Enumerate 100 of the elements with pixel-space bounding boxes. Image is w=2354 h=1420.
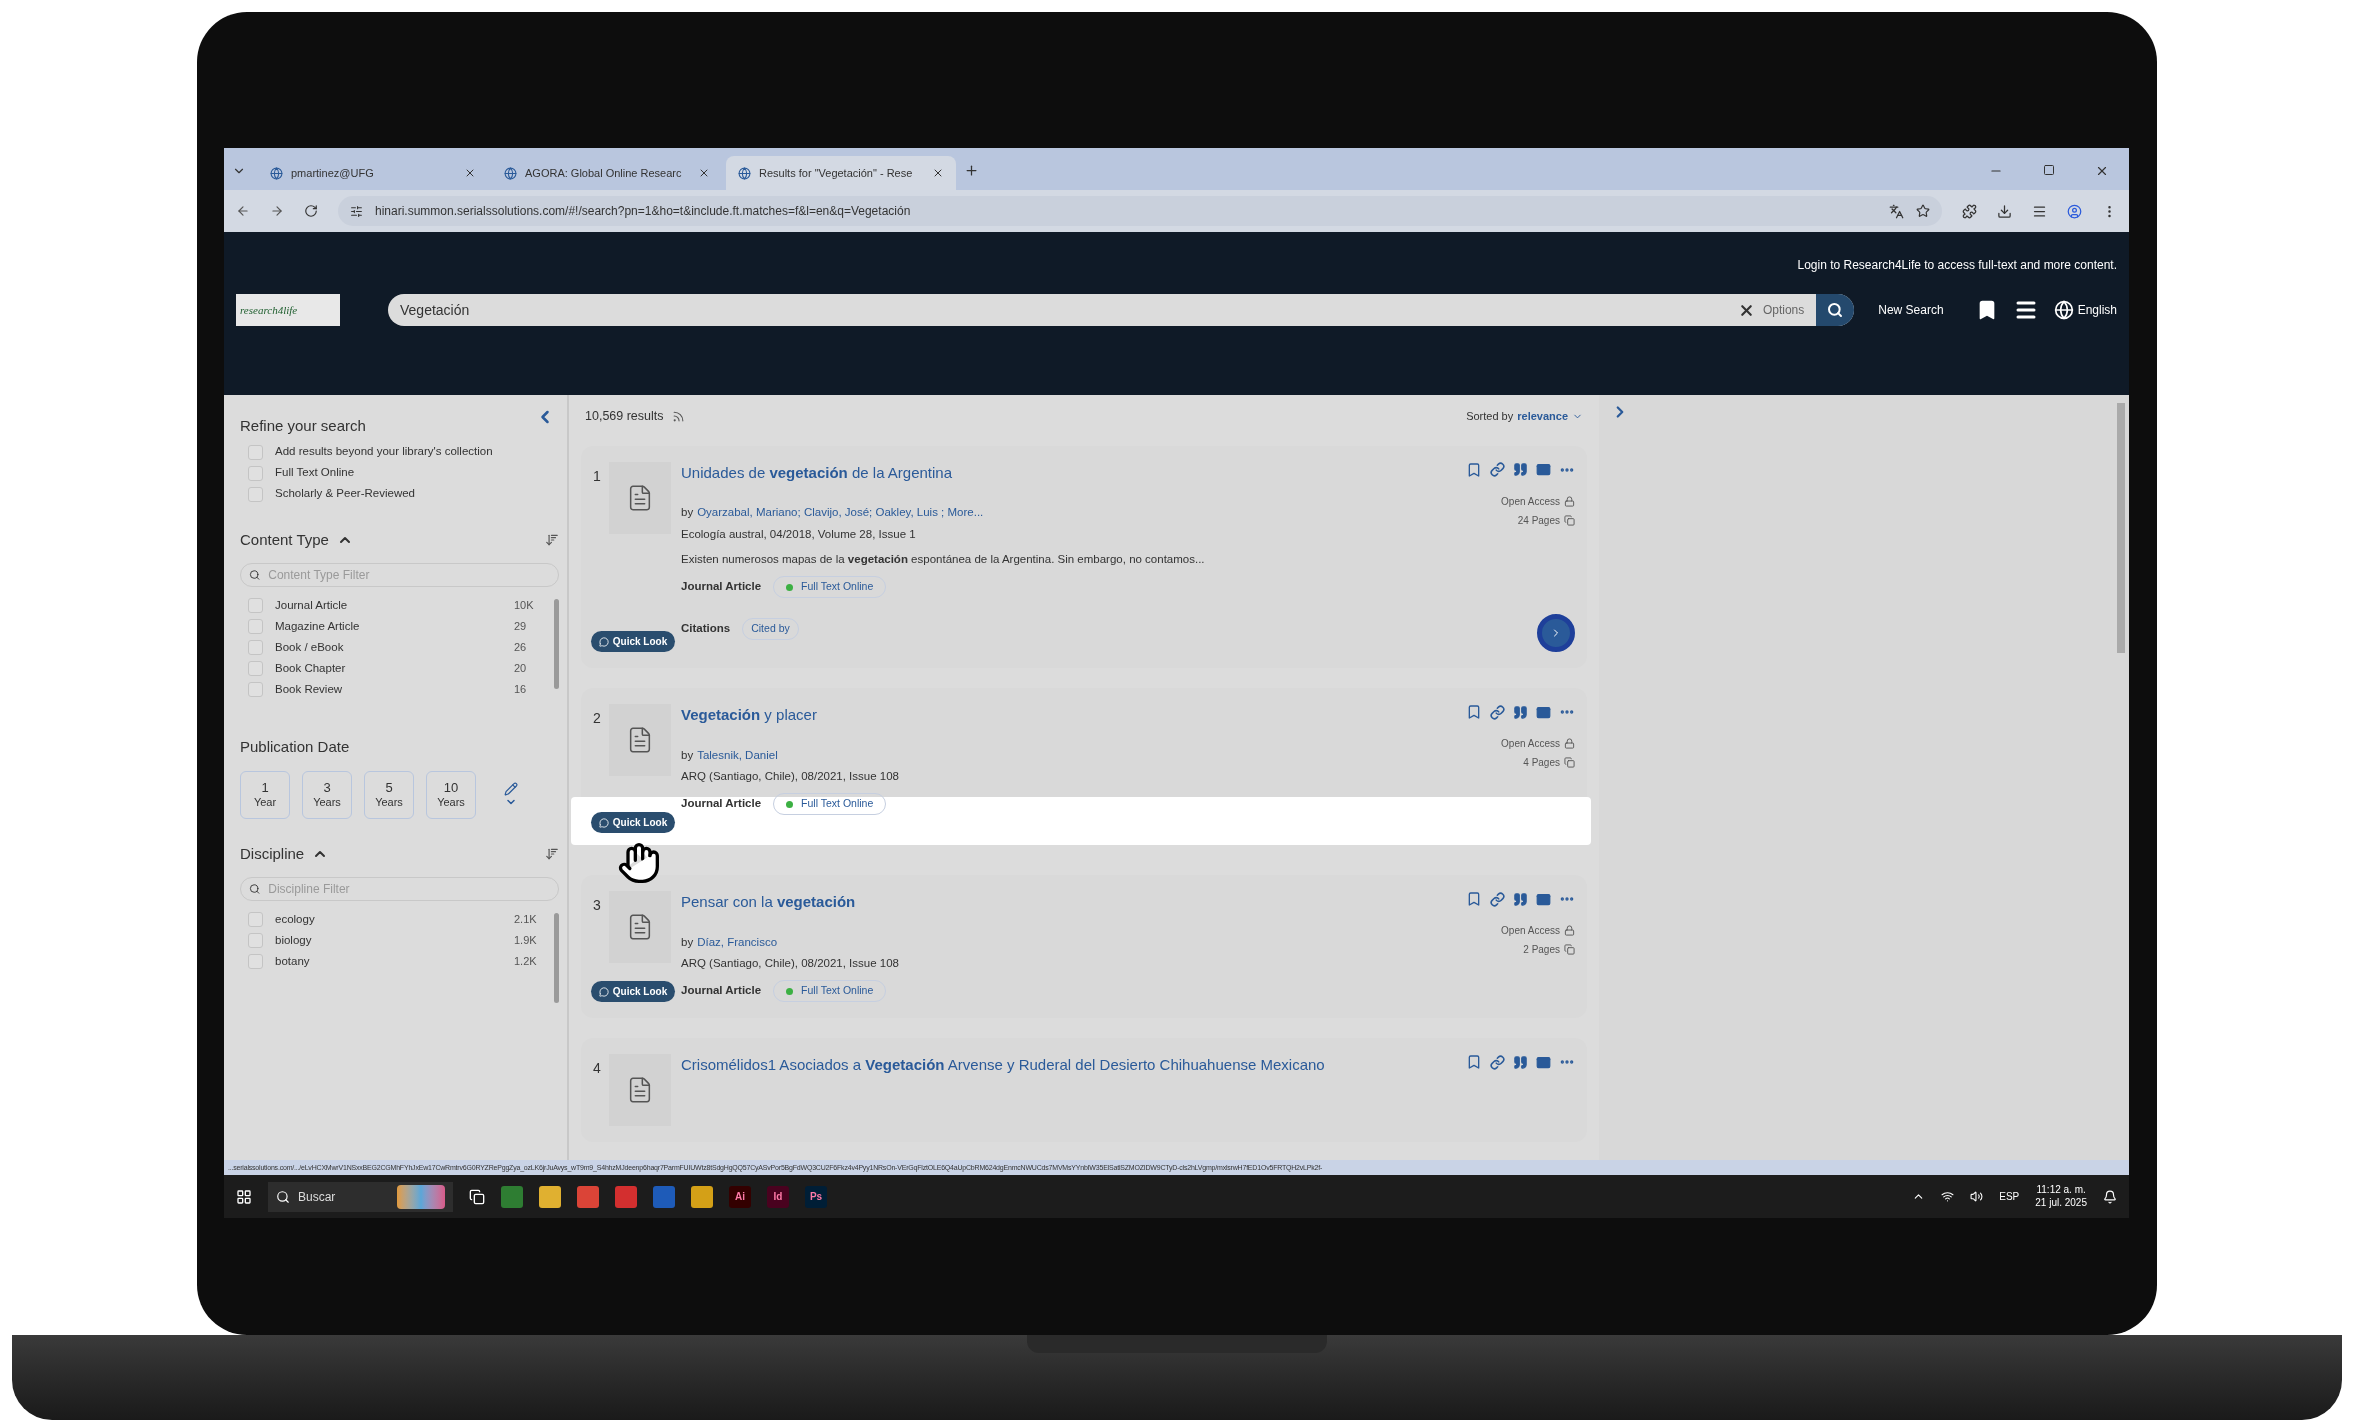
mail-icon[interactable]: [1536, 704, 1551, 720]
scrollbar[interactable]: [554, 913, 559, 1003]
back-icon[interactable]: [236, 204, 250, 218]
windows-start-icon[interactable]: [236, 1188, 252, 1205]
checkbox[interactable]: [248, 661, 263, 676]
facet-label[interactable]: botany: [275, 952, 514, 971]
address-bar[interactable]: hinari.summon.serialssolutions.com/#!/search?pn=1&ho=t&include.ft.matches=f&l=en&q=Vegetación: [338, 196, 1942, 226]
facet-label[interactable]: Book / eBook: [275, 638, 514, 657]
link-icon[interactable]: [1490, 704, 1505, 720]
download-icon[interactable]: [1997, 203, 2012, 219]
star-icon[interactable]: [1916, 204, 1930, 218]
page-scrollbar[interactable]: [2117, 403, 2125, 653]
facet-label[interactable]: biology: [275, 931, 514, 950]
profile-icon[interactable]: [2067, 203, 2082, 219]
close-tab-icon[interactable]: [932, 167, 944, 179]
filter-label[interactable]: Add results beyond your library's collection: [275, 443, 493, 461]
clock-time[interactable]: 11:12 a. m.: [2036, 1184, 2086, 1197]
checkbox[interactable]: [248, 619, 263, 634]
facet-label[interactable]: Magazine Article: [275, 617, 514, 636]
mail-icon[interactable]: [1536, 1054, 1551, 1070]
taskbar-app-icon[interactable]: Ai: [729, 1185, 751, 1208]
task-view-icon[interactable]: [469, 1188, 485, 1205]
result-title[interactable]: Vegetación y placer: [681, 704, 1447, 727]
result-title[interactable]: Pensar con la vegetación: [681, 891, 1447, 914]
facet-title[interactable]: Discipline: [240, 842, 305, 865]
filter-input[interactable]: Content Type Filter: [268, 566, 550, 584]
close-tab-icon[interactable]: [464, 167, 476, 179]
taskbar-app-icon[interactable]: [539, 1185, 561, 1208]
sort-icon[interactable]: [545, 532, 559, 547]
taskbar-app-icon[interactable]: Id: [767, 1185, 789, 1208]
reload-icon[interactable]: [304, 204, 318, 218]
extensions-icon[interactable]: [1962, 203, 1977, 219]
facet-title[interactable]: Content Type: [240, 528, 329, 551]
facet-label[interactable]: Book Review: [275, 680, 514, 699]
browser-tab[interactable]: pmartinez@UFG: [258, 156, 488, 190]
rss-icon[interactable]: [671, 409, 685, 423]
login-prompt[interactable]: Login to Research4Life to access full-text and more content.: [1797, 256, 2117, 274]
taskbar-app-icon[interactable]: [691, 1185, 713, 1208]
result-title[interactable]: Crisomélidos1 Asociados a Vegetación Arvense y Ruderal del Desierto Chihuahuense Mexicano: [681, 1054, 1447, 1077]
input-language[interactable]: ESP: [1999, 1189, 2020, 1204]
site-logo[interactable]: research4life: [236, 294, 340, 326]
link-icon[interactable]: [1490, 1054, 1505, 1070]
checkbox[interactable]: [248, 465, 263, 481]
checkbox[interactable]: [248, 954, 263, 969]
language-selector[interactable]: English: [2077, 301, 2117, 319]
quote-icon[interactable]: [1513, 1054, 1528, 1070]
checkbox[interactable]: [248, 598, 263, 613]
browser-tab[interactable]: AGORA: Global Online Researc: [492, 156, 722, 190]
scrollbar[interactable]: [554, 599, 559, 689]
date-range-button[interactable]: 10 Years: [426, 770, 476, 819]
author-links[interactable]: Oyarzabal, Mariano; Clavijo, José; Oakley, Luis ; More...: [697, 504, 984, 522]
media-icon[interactable]: [2032, 203, 2047, 219]
checkbox[interactable]: [248, 912, 263, 927]
citation-badge-icon[interactable]: [1537, 614, 1575, 652]
taskbar-app-icon[interactable]: [577, 1185, 599, 1208]
site-settings-icon[interactable]: [350, 204, 363, 218]
link-icon[interactable]: [1490, 462, 1505, 478]
taskbar-app-icon[interactable]: Ps: [805, 1185, 827, 1208]
facet-label[interactable]: Journal Article: [275, 596, 514, 615]
author-links[interactable]: Díaz, Francisco: [697, 933, 778, 951]
forward-icon[interactable]: [270, 204, 284, 218]
author-links[interactable]: Talesnik, Daniel: [697, 746, 778, 764]
date-range-button[interactable]: 5 Years: [364, 770, 414, 819]
clock-date[interactable]: 21 jul. 2025: [2035, 1196, 2087, 1209]
result-title[interactable]: Unidades de vegetación de la Argentina: [681, 461, 1447, 485]
sort-selector[interactable]: relevance: [1517, 408, 1568, 425]
checkbox[interactable]: [248, 486, 263, 502]
options-link[interactable]: Options: [1762, 301, 1805, 319]
link-icon[interactable]: [1490, 891, 1505, 907]
checkbox[interactable]: [248, 682, 263, 697]
filter-input[interactable]: Discipline Filter: [268, 880, 550, 898]
checkbox[interactable]: [248, 933, 263, 948]
new-search-link[interactable]: New Search: [1878, 301, 1944, 319]
checkbox[interactable]: [248, 640, 263, 655]
date-range-button[interactable]: 3 Years: [302, 770, 352, 819]
quote-icon[interactable]: [1513, 704, 1528, 720]
mail-icon[interactable]: [1536, 891, 1551, 907]
search-field[interactable]: Vegetación Options: [388, 294, 1855, 326]
network-icon[interactable]: [1941, 1190, 1955, 1203]
checkbox[interactable]: [248, 444, 263, 460]
new-tab-icon[interactable]: [964, 163, 979, 178]
quote-icon[interactable]: [1513, 462, 1528, 478]
filter-label[interactable]: Full Text Online: [275, 464, 355, 482]
quick-look-button[interactable]: Quick Look: [590, 631, 676, 652]
mail-icon[interactable]: [1536, 462, 1551, 478]
volume-icon[interactable]: [1970, 1190, 1984, 1203]
filter-label[interactable]: Scholarly & Peer-Reviewed: [275, 485, 415, 503]
quick-look-button[interactable]: Quick Look: [590, 812, 676, 833]
edit-icon[interactable]: [504, 781, 518, 796]
quote-icon[interactable]: [1513, 891, 1528, 907]
notification-icon[interactable]: [2103, 1189, 2117, 1204]
globe-icon[interactable]: [2053, 300, 2074, 320]
search-input[interactable]: Vegetación: [400, 299, 1738, 321]
translate-icon[interactable]: [1889, 203, 1904, 219]
facet-label[interactable]: ecology: [275, 910, 514, 929]
facet-label[interactable]: Book Chapter: [275, 659, 514, 678]
restore-icon[interactable]: [2043, 164, 2055, 176]
date-range-button[interactable]: 1 Year: [240, 770, 290, 819]
sort-icon[interactable]: [545, 846, 559, 861]
browser-tab[interactable]: Results for "Vegetación" - Rese: [726, 156, 956, 190]
